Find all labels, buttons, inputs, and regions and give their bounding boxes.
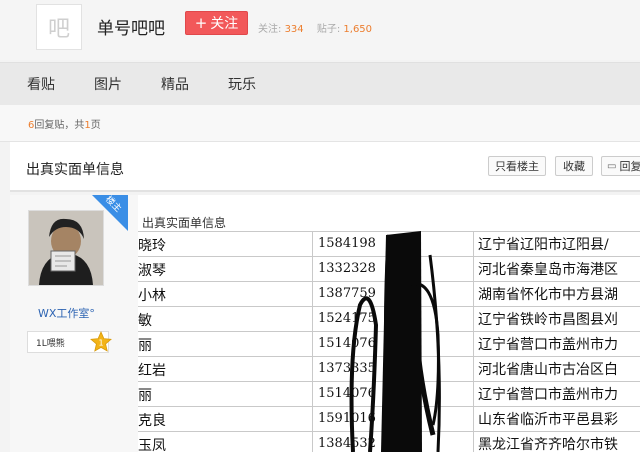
follow-button-label: 关注 [210, 16, 239, 32]
table-row: 晓玲 1584198 辽宁省辽阳市辽阳县/ [138, 231, 640, 256]
follow-button[interactable]: + 关注 [185, 11, 248, 35]
recipient-name: 敏 [138, 313, 152, 329]
recipient-name: 丽 [138, 388, 152, 404]
recipient-phone: 1373335 [318, 361, 376, 376]
recipient-phone: 1584198 [318, 236, 376, 251]
tab-fun[interactable]: 玩乐 [228, 74, 256, 94]
forum-avatar[interactable]: 吧 [36, 4, 82, 50]
reply-count: 6回复贴，共1页 [28, 120, 101, 131]
svg-text:1: 1 [98, 339, 103, 348]
recipient-name: 丽 [138, 338, 152, 354]
tab-images[interactable]: 图片 [94, 74, 122, 94]
recipient-name: 红岩 [138, 363, 166, 379]
post-content: 出真实面单信息 晓玲 1584198 辽宁省辽阳市辽阳县/淑琴 1332328 河北省秦… [138, 195, 640, 452]
table-row: 丽 1514076 辽宁省营口市盖州市力 [138, 381, 640, 406]
forum-stats: 关注: 334 贴子: 1,650 [258, 24, 373, 35]
follow-count: 334 [284, 24, 304, 35]
thread-title: 出真实面单信息 [26, 162, 124, 178]
post-text: 出真实面单信息 [142, 216, 227, 230]
recipient-address: 山东省临沂市平邑县彩 [478, 412, 618, 428]
info-table: 晓玲 1584198 辽宁省辽阳市辽阳县/淑琴 1332328 河北省秦皇岛市海港区小林… [138, 231, 640, 452]
recipient-phone: 1524175 [318, 311, 376, 326]
level-badge[interactable]: 1L喂熊 1 [27, 331, 112, 353]
table-row: 淑琴 1332328 河北省秦皇岛市海港区 [138, 256, 640, 281]
post-count: 1,650 [343, 24, 373, 35]
recipient-name: 克良 [138, 413, 166, 429]
only-author-button[interactable]: 只看楼主 [488, 156, 546, 176]
recipient-phone: 1387759 [318, 286, 376, 301]
author-column: 楼主 WX工作室° 1L喂熊 1 [10, 195, 138, 452]
favorite-button[interactable]: 收藏 [555, 156, 593, 176]
recipient-address: 河北省秦皇岛市海港区 [478, 262, 618, 278]
recipient-phone: 1591016 [318, 411, 376, 426]
level-star-icon: 1 [90, 331, 112, 352]
author-name[interactable]: WX工作室° [38, 305, 95, 321]
recipient-name: 淑琴 [138, 263, 166, 279]
recipient-phone: 1332328 [318, 261, 376, 276]
forum-header: 吧 单号吧吧 + 关注 关注: 334 贴子: 1,650 [0, 0, 640, 60]
recipient-name: 玉凤 [138, 438, 166, 452]
recipient-name: 小林 [138, 288, 166, 304]
recipient-name: 晓玲 [138, 238, 166, 254]
recipient-address: 湖南省怀化市中方县湖 [478, 287, 618, 303]
recipient-address: 辽宁省铁岭市昌图县刈 [478, 312, 618, 328]
tab-featured[interactable]: 精品 [161, 74, 189, 94]
recipient-phone: 1384532 [318, 436, 376, 451]
recipient-address: 辽宁省营口市盖州市力 [478, 387, 618, 403]
recipient-address: 河北省唐山市古冶区白 [478, 362, 618, 378]
reply-button[interactable]: ▭ 回复 [601, 156, 640, 176]
recipient-address: 黑龙江省齐齐哈尔市铁 [478, 437, 618, 452]
recipient-address: 辽宁省营口市盖州市力 [478, 337, 618, 353]
table-row: 红岩 1373335 河北省唐山市古冶区白 [138, 356, 640, 381]
table-row: 小林 1387759 湖南省怀化市中方县湖 [138, 281, 640, 306]
nav-bar: 看贴 图片 精品 玩乐 [0, 62, 640, 106]
reply-icon: ▭ [607, 160, 617, 172]
forum-name[interactable]: 单号吧吧 [97, 14, 165, 39]
post: 楼主 WX工作室° 1L喂熊 1 出真实面单信息 晓玲 1584198 辽宁省辽阳市… [10, 195, 640, 452]
thread-title-bar: 出真实面单信息 只看楼主 收藏 ▭ 回复 [10, 142, 640, 192]
reply-info-bar: 6回复贴，共1页 [0, 105, 640, 142]
table-row: 敏 1524175 辽宁省铁岭市昌图县刈 [138, 306, 640, 331]
recipient-phone: 1514076 [318, 386, 376, 401]
recipient-phone: 1514076 [318, 336, 376, 351]
table-row: 丽 1514076 辽宁省营口市盖州市力 [138, 331, 640, 356]
tab-posts[interactable]: 看贴 [27, 74, 55, 94]
table-row: 克良 1591016 山东省临沂市平邑县彩 [138, 406, 640, 431]
level-text: 1L喂熊 [36, 338, 65, 349]
table-row: 玉凤 1384532 黑龙江省齐齐哈尔市铁 [138, 431, 640, 452]
plus-icon: + [194, 14, 208, 32]
recipient-address: 辽宁省辽阳市辽阳县/ [478, 237, 609, 253]
